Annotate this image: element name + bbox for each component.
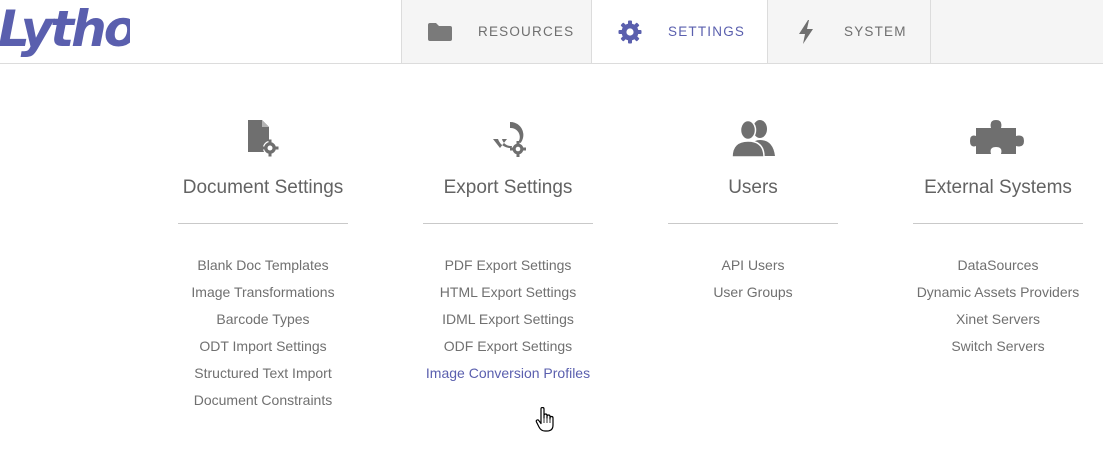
users-icon <box>633 118 873 158</box>
tab-settings-label: SETTINGS <box>668 24 746 39</box>
section-document-settings: Document Settings Blank Doc Templates Im… <box>143 118 383 418</box>
tab-system-label: SYSTEM <box>844 24 907 39</box>
section-title: Document Settings <box>182 177 344 198</box>
lytho-logo[interactable]: Lytho ™ <box>0 0 130 60</box>
hand-cursor-icon <box>535 406 555 438</box>
export-settings-icon <box>388 118 628 158</box>
link-user-groups[interactable]: User Groups <box>633 275 873 310</box>
tab-system[interactable]: SYSTEM <box>767 0 931 63</box>
gear-icon <box>592 19 668 45</box>
section-title: Export Settings <box>443 177 573 198</box>
section-divider <box>668 223 838 224</box>
svg-text:™: ™ <box>113 41 119 48</box>
section-links: PDF Export Settings HTML Export Settings… <box>388 248 628 391</box>
section-links: Blank Doc Templates Image Transformation… <box>143 248 383 418</box>
section-title: External Systems <box>924 177 1072 198</box>
section-external-systems: External Systems DataSources Dynamic Ass… <box>878 118 1103 364</box>
tab-resources[interactable]: RESOURCES <box>401 0 591 63</box>
lightning-icon <box>768 19 844 45</box>
puzzle-icon <box>878 118 1103 158</box>
tab-settings[interactable]: SETTINGS <box>591 0 767 63</box>
top-bar: Lytho ™ RESOURCES SETTINGS SYSTEM <box>0 0 1103 64</box>
lytho-logo-graphic: Lytho ™ <box>0 0 130 58</box>
tab-resources-label: RESOURCES <box>478 24 575 39</box>
link-document-constraints[interactable]: Document Constraints <box>143 383 383 418</box>
section-divider <box>178 223 348 224</box>
nav-spacer <box>931 0 1103 63</box>
section-divider <box>423 223 593 224</box>
section-export-settings: Export Settings PDF Export Settings HTML… <box>388 118 628 391</box>
document-settings-icon <box>143 118 383 158</box>
section-title: Users <box>728 177 778 198</box>
section-links: DataSources Dynamic Assets Providers Xin… <box>878 248 1103 364</box>
section-links: API Users User Groups <box>633 248 873 310</box>
section-divider <box>913 223 1083 224</box>
main-nav: RESOURCES SETTINGS SYSTEM <box>401 0 1103 63</box>
link-switch-servers[interactable]: Switch Servers <box>878 329 1103 364</box>
svg-text:Lytho: Lytho <box>0 0 130 58</box>
link-image-conversion-profiles[interactable]: Image Conversion Profiles <box>388 356 628 391</box>
section-users: Users API Users User Groups <box>633 118 873 310</box>
folder-icon <box>402 22 478 42</box>
